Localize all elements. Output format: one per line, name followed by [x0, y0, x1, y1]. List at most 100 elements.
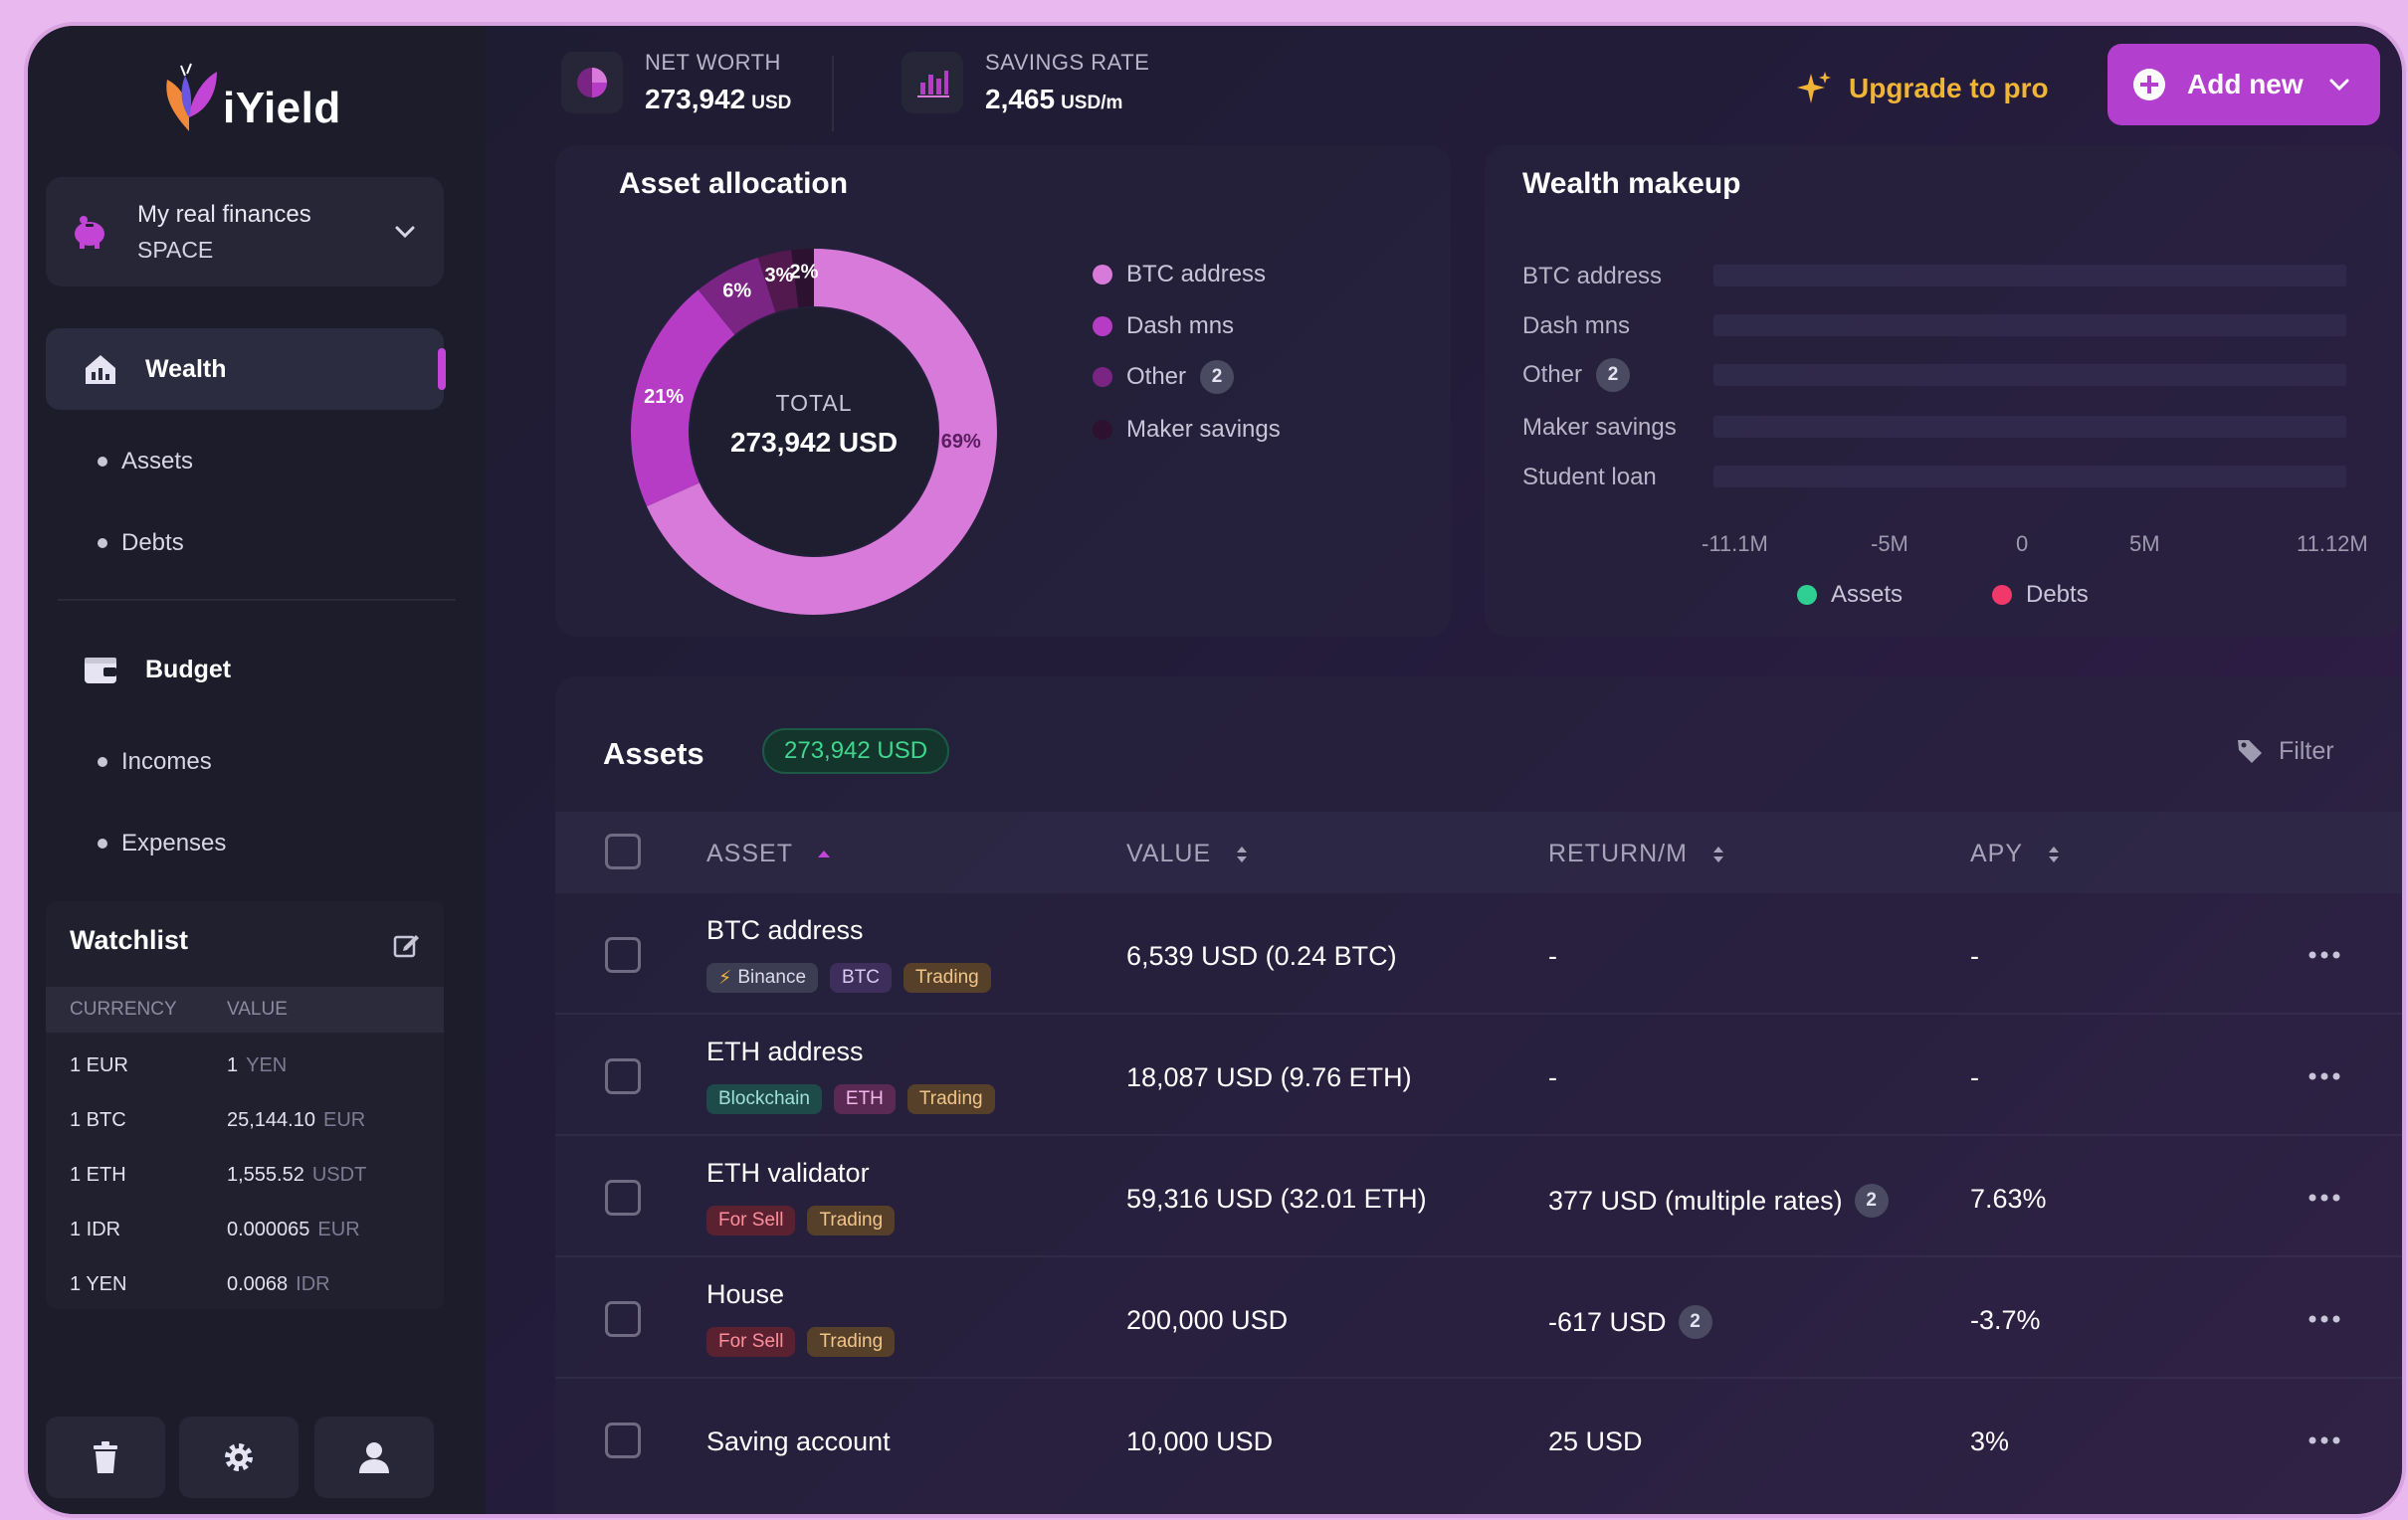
more-options-icon[interactable] — [2305, 1188, 2344, 1208]
count-badge[interactable]: 2 — [1854, 1184, 1889, 1218]
sidebar-item-budget[interactable]: Budget — [46, 629, 444, 710]
upgrade-button[interactable]: Upgrade to pro — [1795, 70, 2049, 107]
space-name: My real finances — [137, 200, 311, 228]
asset-tags: For Sell Trading — [706, 1206, 906, 1235]
table-row[interactable]: Saving account 10,000 USD 25 USD 3% — [555, 1379, 2402, 1500]
wealth-makeup-bar — [1713, 265, 2346, 286]
donut-slice-label: 69% — [941, 431, 981, 453]
sort-icon — [1237, 846, 1248, 862]
add-new-button[interactable]: Add new — [2107, 44, 2380, 125]
sidebar-subitem-incomes[interactable]: Incomes — [46, 732, 444, 792]
sidebar: iYield My real finances SPACE Wealth Ass… — [28, 26, 486, 1514]
asset-tag[interactable]: ⚡ Binance — [706, 963, 819, 993]
legend-item[interactable]: Assets — [1797, 581, 1903, 609]
app-logo[interactable]: iYield — [159, 62, 341, 137]
asset-return: - — [1548, 1062, 1557, 1092]
asset-tag[interactable]: Trading — [807, 1206, 896, 1235]
assets-table-card: Assets 273,942 USD Filter ASSET VALUE RE… — [555, 676, 2402, 1514]
asset-tag[interactable]: Trading — [807, 1327, 896, 1357]
chevron-down-icon — [395, 226, 415, 239]
watchlist-row[interactable]: 1 EUR 1 YEN — [46, 1039, 444, 1093]
legend-item[interactable]: Other 2 — [1093, 360, 1235, 394]
asset-tag[interactable]: BTC — [830, 963, 893, 993]
watchlist-header: CURRENCY VALUE — [46, 987, 444, 1033]
edit-icon[interactable] — [392, 931, 420, 959]
asset-tag[interactable]: For Sell — [706, 1327, 796, 1357]
more-options-icon[interactable] — [2305, 945, 2344, 965]
profile-button[interactable] — [314, 1417, 434, 1498]
piggy-bank-icon — [75, 216, 104, 249]
legend-item[interactable]: Maker savings — [1093, 416, 1281, 444]
wealth-makeup-bar — [1713, 364, 2346, 386]
column-header-apy[interactable]: APY — [1970, 840, 2065, 868]
more-options-icon[interactable] — [2305, 1430, 2344, 1450]
legend-item[interactable]: Debts — [1992, 581, 2089, 609]
row-checkbox[interactable] — [605, 1058, 641, 1094]
space-selector[interactable]: My real finances SPACE — [46, 177, 444, 286]
watchlist-value: 0.000065 — [227, 1219, 310, 1240]
trash-button[interactable] — [46, 1417, 165, 1498]
asset-value: 59,316 USD (32.01 ETH) — [1126, 1184, 1427, 1214]
settings-button[interactable] — [179, 1417, 299, 1498]
count-badge[interactable]: 2 — [1678, 1305, 1712, 1339]
asset-apy: -3.7% — [1970, 1305, 2041, 1335]
wealth-makeup-row-label: Maker savings — [1522, 414, 1677, 441]
asset-tag[interactable]: ETH — [833, 1084, 896, 1114]
legend-item[interactable]: Dash mns — [1093, 312, 1234, 340]
sidebar-item-label: Budget — [145, 655, 232, 683]
asset-tags: Blockchain ETH Trading — [706, 1084, 1007, 1114]
asset-apy: - — [1970, 1062, 1979, 1092]
legend-label: Dash mns — [1126, 312, 1235, 339]
watchlist-row[interactable]: 1 ETH 1,555.52 USDT — [46, 1148, 444, 1203]
filter-button[interactable]: Filter — [2235, 736, 2334, 766]
asset-return-text: -617 USD — [1548, 1306, 1667, 1337]
table-row[interactable]: BTC address ⚡ Binance BTC Trading 6,539 U… — [555, 893, 2402, 1015]
asset-tag[interactable]: Trading — [903, 963, 991, 993]
table-row[interactable]: House For Sell Trading 200,000 USD -617 … — [555, 1257, 2402, 1379]
row-checkbox[interactable] — [605, 1301, 641, 1337]
asset-value: 6,539 USD (0.24 BTC) — [1126, 941, 1397, 971]
table-row[interactable]: ETH address Blockchain ETH Trading 18,08… — [555, 1015, 2402, 1136]
row-checkbox[interactable] — [605, 937, 641, 973]
column-header-return[interactable]: RETURN/M — [1548, 840, 1729, 868]
asset-apy: 3% — [1970, 1426, 2010, 1456]
sidebar-subitem-debts[interactable]: Debts — [46, 513, 444, 573]
asset-tag[interactable]: Blockchain — [706, 1084, 822, 1114]
watchlist-row[interactable]: 1 YEN 0.0068 IDR — [46, 1257, 444, 1312]
asset-tag[interactable]: Trading — [906, 1084, 995, 1114]
asset-return: - — [1548, 941, 1557, 971]
savings-rate-value: 2,465 — [985, 84, 1056, 114]
net-worth-unit: USD — [751, 93, 792, 113]
more-options-icon[interactable] — [2305, 1309, 2344, 1329]
legend-item[interactable]: BTC address — [1093, 261, 1266, 288]
axis-tick: -11.1M — [1702, 531, 1768, 556]
sidebar-subitem-expenses[interactable]: Expenses — [46, 814, 444, 873]
space-type: SPACE — [137, 236, 214, 263]
sidebar-subitem-assets[interactable]: Assets — [46, 432, 444, 491]
column-header-asset[interactable]: ASSET — [706, 840, 835, 868]
savings-rate-icon-box — [902, 52, 963, 113]
wealth-makeup-card: Wealth makeup BTC address Dash mns Other… — [1485, 145, 2402, 637]
axis-tick: -5M — [1871, 531, 1908, 556]
asset-tag[interactable]: For Sell — [706, 1206, 796, 1235]
table-row[interactable]: ETH validator For Sell Trading 59,316 US… — [555, 1136, 2402, 1257]
sidebar-subitem-label: Assets — [121, 448, 194, 475]
row-checkbox[interactable] — [605, 1180, 641, 1216]
watchlist-row[interactable]: 1 BTC 25,144.10 EUR — [46, 1093, 444, 1148]
watchlist-col-value: VALUE — [227, 999, 288, 1020]
more-options-icon[interactable] — [2305, 1066, 2344, 1086]
watchlist-currency: 1 IDR — [70, 1219, 121, 1240]
sort-asc-icon — [817, 850, 830, 857]
column-header-value[interactable]: VALUE — [1126, 840, 1253, 868]
sidebar-item-wealth[interactable]: Wealth — [46, 328, 446, 410]
wealth-makeup-row-label: Dash mns — [1522, 312, 1631, 339]
legend-label: Assets — [1831, 581, 1904, 608]
select-all-checkbox[interactable] — [605, 834, 641, 869]
row-checkbox[interactable] — [605, 1423, 641, 1458]
asset-name: ETH address — [706, 1037, 864, 1066]
bolt-icon: ⚡ — [718, 967, 732, 989]
watchlist-value: 1 — [227, 1054, 239, 1076]
donut-center-value: 273,942 USD — [729, 427, 899, 458]
savings-rate-metric: SAVINGS RATE 2,465 USD/m — [902, 50, 1149, 115]
watchlist-row[interactable]: 1 IDR 0.000065 EUR — [46, 1203, 444, 1257]
